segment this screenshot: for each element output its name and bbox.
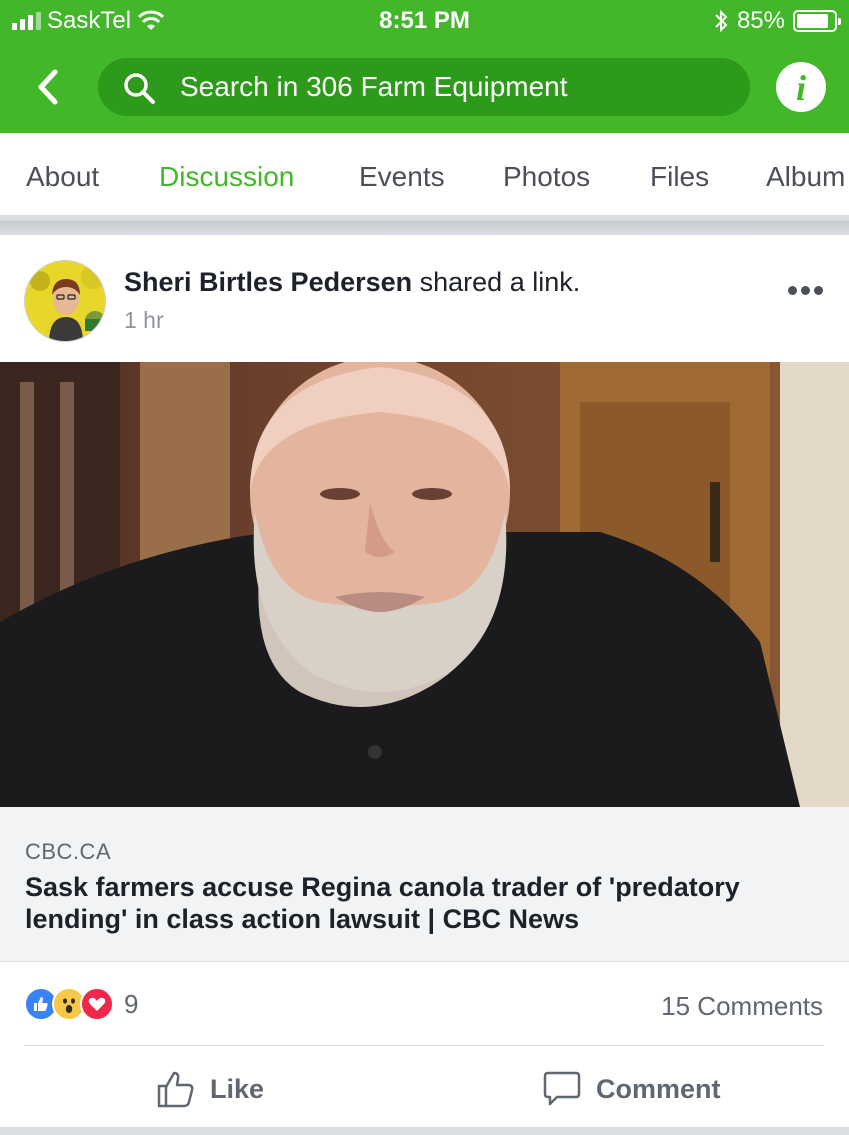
author-name[interactable]: Sheri Birtles Pedersen [124, 267, 412, 297]
link-photo [0, 362, 849, 807]
app-header: SaskTel 8:51 PM 85% Search in 306 Farm E… [0, 0, 849, 133]
avatar-image [25, 261, 105, 341]
actions-divider [24, 1045, 824, 1046]
battery-icon [793, 10, 841, 32]
post-card: Sheri Birtles Pedersen shared a link. 1 … [0, 235, 849, 1127]
like-button[interactable]: Like [156, 1067, 264, 1111]
more-dots-icon [788, 285, 797, 295]
back-button[interactable] [28, 64, 68, 110]
feed-separator [0, 1127, 849, 1135]
post-action: shared a link. [412, 267, 581, 297]
link-title: Sask farmers accuse Regina canola trader… [25, 872, 740, 934]
love-reaction-icon [80, 987, 114, 1021]
comment-button[interactable]: Comment [542, 1067, 721, 1111]
tab-album[interactable]: Album [766, 161, 845, 193]
link-preview[interactable]: CBC.CA Sask farmers accuse Regina canola… [0, 807, 849, 962]
chevron-left-icon [38, 69, 58, 105]
thumbs-up-icon [157, 1071, 194, 1108]
tab-events[interactable]: Events [359, 161, 445, 193]
comment-bubble-icon [543, 1071, 581, 1106]
comment-label: Comment [596, 1073, 721, 1104]
reaction-count: 9 [124, 988, 139, 1019]
tabs-separator [0, 221, 849, 235]
reactions-summary[interactable]: 9 [24, 987, 138, 1021]
nav-bar: i [0, 56, 849, 118]
status-right: 85% [713, 7, 841, 35]
group-tabs: About Discussion Events Photos Files Alb… [0, 133, 849, 221]
author-avatar[interactable] [24, 260, 106, 342]
post-options-button[interactable] [788, 283, 828, 297]
link-source: CBC.CA [25, 839, 112, 864]
search-bar[interactable] [98, 58, 750, 116]
battery-percent: 85% [736, 7, 785, 34]
search-icon [124, 73, 155, 104]
search-input[interactable] [180, 58, 730, 116]
link-preview-image[interactable] [0, 362, 849, 807]
group-info-button[interactable]: i [776, 62, 826, 112]
post-time[interactable]: 1 hr [124, 307, 164, 334]
status-bar: SaskTel 8:51 PM 85% [0, 0, 849, 42]
comments-count[interactable]: 15 Comments [661, 991, 823, 1022]
like-label: Like [210, 1073, 265, 1104]
tab-photos[interactable]: Photos [503, 161, 590, 193]
info-icon: i [795, 68, 806, 108]
tab-files[interactable]: Files [650, 161, 709, 193]
post-header-text: Sheri Birtles Pedersen shared a link. [124, 267, 580, 298]
bluetooth-icon [715, 9, 728, 33]
tab-discussion[interactable]: Discussion [159, 161, 294, 193]
tab-about[interactable]: About [26, 161, 99, 193]
